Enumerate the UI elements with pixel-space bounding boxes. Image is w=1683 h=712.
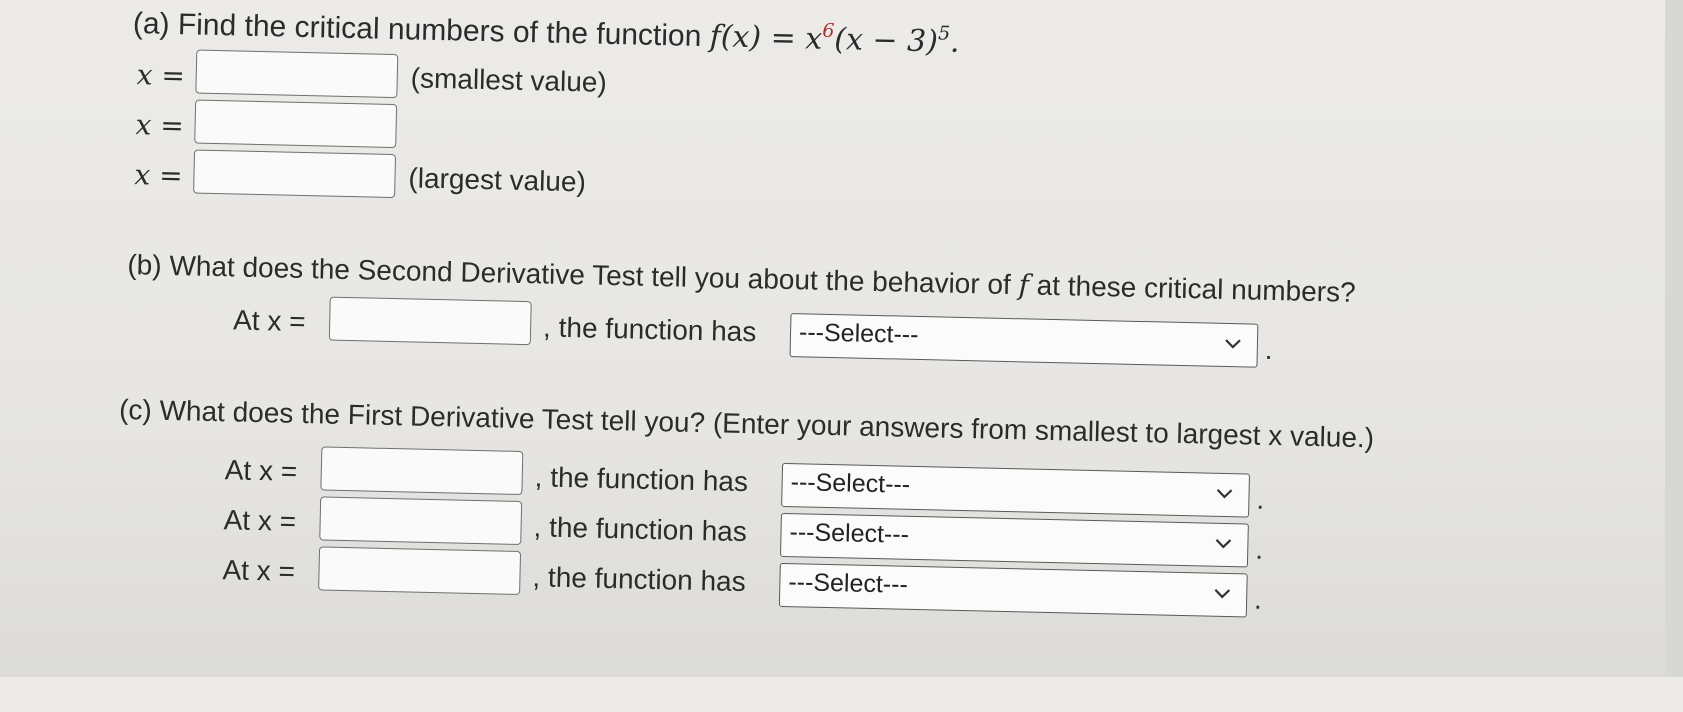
c-row1-middle: , the function has — [534, 461, 749, 498]
chevron-down-icon — [1215, 539, 1232, 549]
exponent-5: 5 — [937, 22, 951, 45]
c-row2-label: At x = — [223, 504, 297, 537]
screen-edge — [1665, 0, 1683, 677]
chevron-down-icon — [1225, 339, 1241, 349]
function-expression: f(x) = x6(x − 3)5. — [709, 19, 960, 60]
a-middle-input[interactable] — [194, 99, 398, 149]
b-middle: , the function has — [542, 311, 757, 348]
c-row1-label: At x = — [224, 454, 298, 487]
function-end: . — [949, 24, 960, 60]
c-row3-select-value: ---Select--- — [788, 568, 909, 599]
a-row1-label: x = — [136, 58, 186, 93]
chevron-down-icon — [1214, 589, 1231, 599]
a-smallest-input[interactable] — [195, 49, 399, 99]
question-page: (a) Find the critical numbers of the fun… — [0, 0, 1683, 712]
part-c-question: (c) What does the First Derivative Test … — [118, 393, 1375, 454]
function-lhs: f(x) = x — [709, 19, 823, 57]
c-row2-select[interactable]: ---Select--- — [779, 512, 1249, 568]
c-row1-end: . — [1256, 483, 1265, 515]
b-select[interactable]: ---Select--- — [789, 313, 1259, 368]
c-row3-end: . — [1253, 583, 1263, 615]
c-row3-input[interactable] — [318, 546, 522, 595]
a-row3-label: x = — [134, 158, 184, 193]
b-x-input[interactable] — [328, 296, 532, 346]
b-select-value: ---Select--- — [798, 318, 919, 349]
c-row1-select-value: ---Select--- — [790, 468, 911, 499]
a-largest-input[interactable] — [193, 149, 397, 199]
b-end: . — [1264, 333, 1273, 366]
a-row2-label: x = — [135, 108, 185, 143]
c-row2-input[interactable] — [319, 496, 523, 546]
part-b-text-start: (b) What does the Second Derivative Test… — [127, 249, 1019, 301]
chevron-down-icon — [1216, 489, 1233, 499]
part-b-f: f — [1018, 268, 1030, 302]
a-row1-suffix: (smallest value) — [410, 62, 608, 98]
function-mid: (x − 3) — [833, 21, 939, 60]
c-row3-middle: , the function has — [532, 561, 747, 598]
c-row1-select[interactable]: ---Select--- — [781, 462, 1250, 518]
part-b-question: (b) What does the Second Derivative Test… — [127, 248, 1356, 309]
c-row3-label: At x = — [222, 554, 296, 587]
c-row3-select[interactable]: ---Select--- — [778, 562, 1248, 618]
c-row2-end: . — [1254, 533, 1264, 565]
part-b-text-end: at these critical numbers? — [1028, 269, 1357, 308]
b-label: At x = — [232, 304, 306, 338]
part-a-text: (a) Find the critical numbers of the fun… — [132, 7, 711, 54]
a-row3-suffix: (largest value) — [408, 162, 587, 198]
c-row2-middle: , the function has — [533, 511, 748, 548]
c-row1-input[interactable] — [320, 446, 524, 496]
exponent-6: 6 — [822, 19, 835, 42]
c-row2-select-value: ---Select--- — [789, 518, 910, 549]
